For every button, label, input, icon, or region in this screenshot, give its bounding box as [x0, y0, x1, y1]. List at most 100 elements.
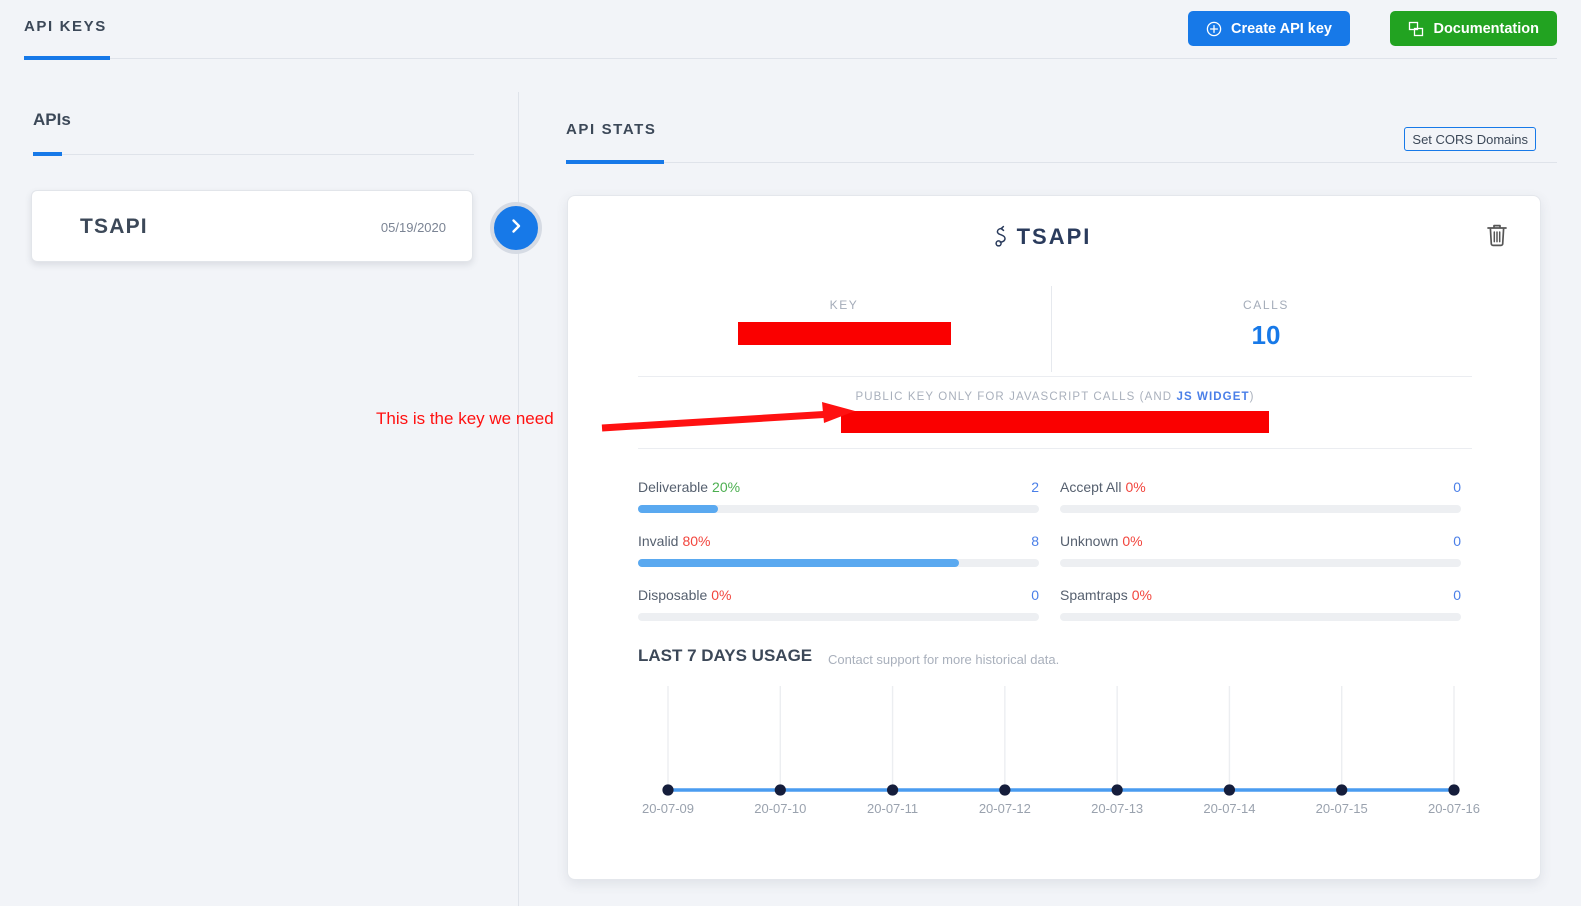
- api-detail-title: TSAPI: [1016, 224, 1092, 249]
- public-key-section-divider: [638, 448, 1472, 449]
- chart-data-point[interactable]: [1223, 784, 1236, 796]
- stat-row: Disposable 0% 0: [638, 587, 1039, 633]
- stat-count: 0: [1031, 587, 1039, 603]
- stat-percent: 0%: [1131, 587, 1152, 603]
- stat-label: Invalid 80%: [638, 533, 711, 549]
- stat-count: 0: [1453, 587, 1461, 603]
- stat-row: Spamtraps 0% 0: [1060, 587, 1461, 633]
- stat-count: 0: [1453, 533, 1461, 549]
- stat-bar-track: [638, 613, 1039, 621]
- stat-bar-track: [638, 559, 1039, 567]
- usage-chart-subtitle: Contact support for more historical data…: [828, 652, 1060, 667]
- calls-column: CALLS 10: [1060, 298, 1472, 351]
- card-header: TSAPI: [568, 218, 1540, 262]
- stat-bar-track: [1060, 559, 1461, 567]
- api-list-item-tsapi[interactable]: TSAPI 05/19/2020: [31, 190, 473, 262]
- calls-label: CALLS: [1242, 298, 1290, 312]
- stat-bar-track: [638, 505, 1039, 513]
- set-cors-domains-button[interactable]: Set CORS Domains: [1404, 127, 1536, 151]
- chart-data-point[interactable]: [886, 784, 899, 796]
- key-calls-area: KEY CALLS 10: [638, 286, 1472, 374]
- api-item-date: 05/19/2020: [380, 220, 446, 235]
- key-section-divider: [638, 376, 1472, 377]
- documentation-label: Documentation: [1433, 20, 1539, 37]
- chart-x-tick-label: 20-07-09: [641, 801, 695, 816]
- apis-active-indicator: [33, 152, 62, 156]
- api-stats-active-indicator: [566, 160, 664, 164]
- stat-percent: 80%: [682, 533, 711, 549]
- annotation-text: This is the key we need: [376, 409, 554, 428]
- chart-data-point[interactable]: [1111, 784, 1123, 796]
- stat-name: Accept All: [1060, 479, 1122, 495]
- stat-count: 2: [1031, 479, 1039, 495]
- stat-percent: 0%: [711, 587, 732, 603]
- delete-api-button[interactable]: [1482, 220, 1512, 252]
- stat-percent: 20%: [712, 479, 741, 495]
- api-stats-heading: API STATS: [566, 121, 657, 138]
- chart-x-tick-label: 20-07-12: [978, 801, 1031, 816]
- stat-row: Accept All 0% 0: [1060, 479, 1461, 525]
- stat-label: Unknown 0%: [1060, 533, 1143, 549]
- stat-bar-fill: [638, 505, 719, 513]
- usage-chart-block: LAST 7 DAYS USAGE Contact support for mo…: [638, 646, 1480, 836]
- js-widget-link[interactable]: JS WIDGET: [1176, 391, 1249, 403]
- stat-label: Spamtraps 0%: [1060, 587, 1152, 603]
- stat-label: Disposable 0%: [638, 587, 732, 603]
- usage-chart-svg: [662, 686, 1460, 796]
- api-stats-panel: API STATS Set CORS Domains TSAPI KEY CAL…: [519, 62, 1581, 906]
- page-title: API KEYS: [24, 18, 107, 35]
- stat-name: Disposable: [638, 587, 708, 603]
- stat-name: Unknown: [1060, 533, 1119, 549]
- chart-x-tick-label: 20-07-16: [1427, 801, 1481, 816]
- top-tab-active-indicator: [24, 56, 110, 60]
- plus-circle-icon: [1206, 21, 1222, 37]
- stat-percent: 0%: [1122, 533, 1143, 549]
- annotation-arrow-icon: [601, 402, 855, 432]
- chart-data-point[interactable]: [1336, 784, 1348, 796]
- api-item-name: TSAPI: [80, 215, 148, 238]
- top-bar: API KEYS Create API key Documentation: [0, 0, 1581, 62]
- documentation-button[interactable]: Documentation: [1390, 11, 1557, 46]
- create-api-key-label: Create API key: [1230, 20, 1332, 37]
- stat-label: Deliverable 20%: [638, 479, 740, 495]
- chart-data-point[interactable]: [774, 784, 786, 796]
- usage-chart-title: LAST 7 DAYS USAGE: [638, 646, 813, 665]
- usage-chart-x-axis: 20-07-09 20-07-10 20-07-11 20-07-12 20-07-13…: [638, 801, 1480, 819]
- api-stats-rule: [566, 162, 1557, 163]
- apis-panel: APIs TSAPI 05/19/2020: [0, 62, 519, 906]
- chart-data-point[interactable]: [1448, 784, 1460, 796]
- chevron-right-icon: [506, 216, 526, 241]
- top-tab-rule: [24, 58, 1557, 59]
- public-key-label-suffix: ): [1249, 391, 1255, 403]
- key-calls-divider: [1051, 286, 1052, 372]
- public-key-value-redacted[interactable]: [841, 411, 1269, 433]
- api-key-value-redacted[interactable]: [737, 322, 951, 345]
- stat-row: Unknown 0% 0: [1060, 533, 1461, 579]
- stat-name: Spamtraps: [1060, 587, 1128, 603]
- chart-x-tick-label: 20-07-10: [754, 801, 807, 816]
- create-api-key-button[interactable]: Create API key: [1187, 11, 1350, 46]
- chart-x-tick-label: 20-07-11: [867, 801, 919, 816]
- stat-row: Deliverable 20% 2: [638, 479, 1039, 525]
- stat-row: Invalid 80% 8: [638, 533, 1039, 579]
- stat-bar-track: [1060, 505, 1461, 513]
- chart-data-point[interactable]: [662, 784, 674, 796]
- stat-name: Invalid: [638, 533, 679, 549]
- apis-heading: APIs: [33, 110, 71, 129]
- select-api-next-button[interactable]: [490, 202, 542, 254]
- stat-label: Accept All 0%: [1060, 479, 1146, 495]
- api-detail-card: TSAPI KEY CALLS 10 PUBLIC KEY ONLY FOR J…: [567, 195, 1541, 880]
- apis-rule: [33, 154, 474, 155]
- chart-data-point[interactable]: [999, 784, 1011, 796]
- key-column: KEY: [638, 298, 1050, 345]
- stat-name: Deliverable: [638, 479, 709, 495]
- chart-x-tick-label: 20-07-13: [1091, 801, 1144, 816]
- chart-x-tick-label: 20-07-15: [1315, 801, 1368, 816]
- chart-x-tick-label: 20-07-14: [1203, 801, 1256, 816]
- key-label: KEY: [829, 298, 859, 312]
- window-copy-icon: [1408, 21, 1424, 37]
- public-key-label-prefix: PUBLIC KEY ONLY FOR JAVASCRIPT CALLS (AN…: [855, 391, 1177, 403]
- calls-value: 10: [1251, 320, 1281, 350]
- trash-icon: [1484, 224, 1510, 252]
- stat-percent: 0%: [1125, 479, 1146, 495]
